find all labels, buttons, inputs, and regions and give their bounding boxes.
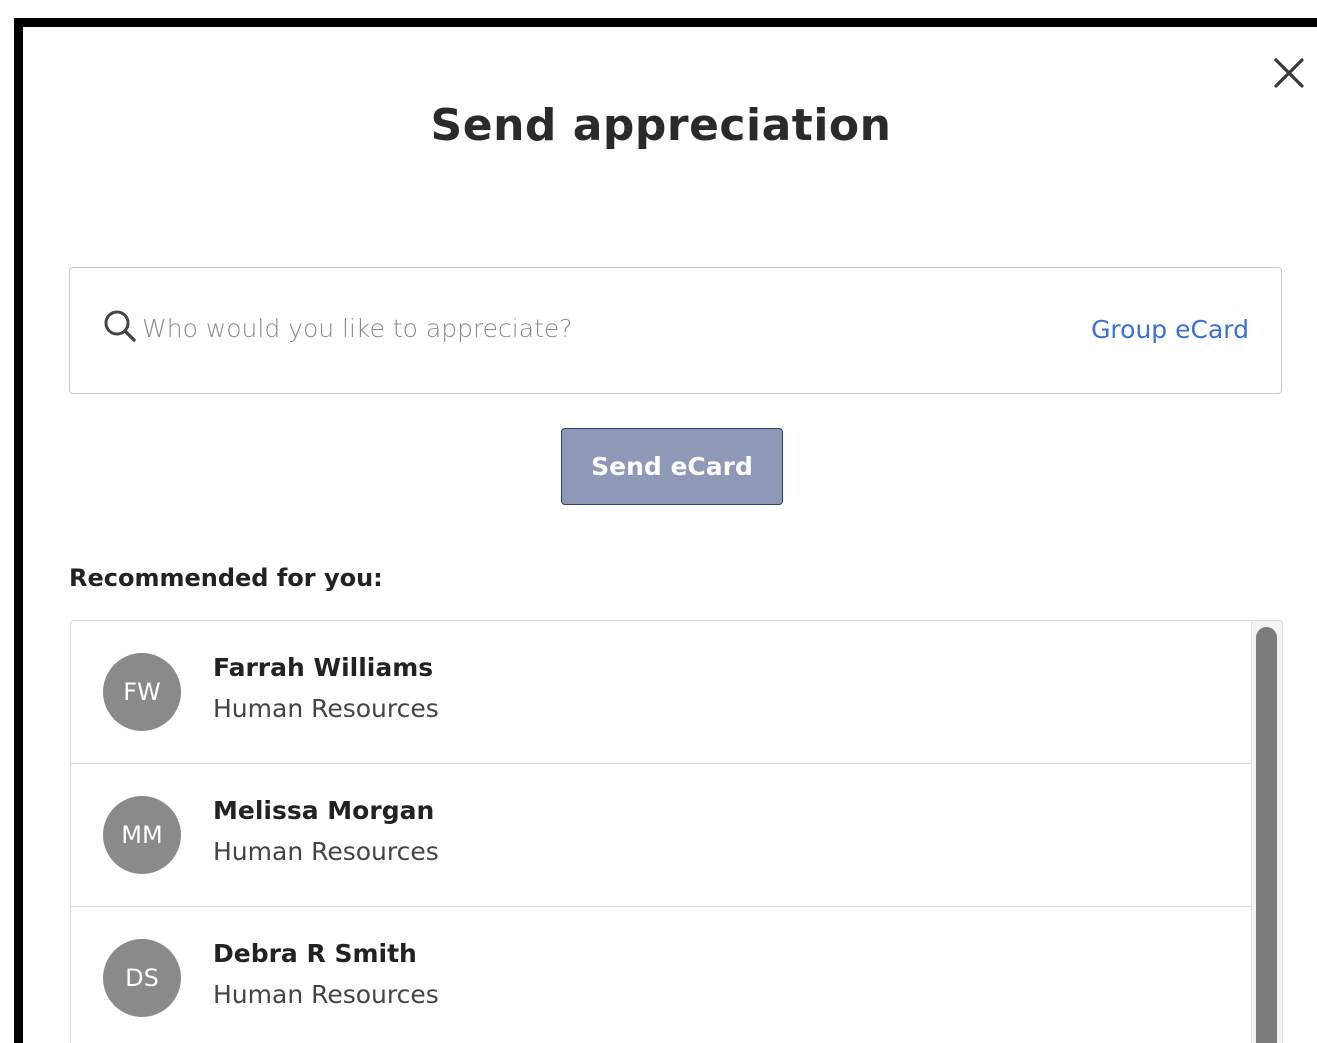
- list-item[interactable]: FW Farrah Williams Human Resources: [71, 621, 1252, 764]
- avatar: MM: [103, 796, 181, 874]
- dialog-border-top: [14, 18, 1317, 27]
- person-name: Melissa Morgan: [213, 796, 435, 825]
- person-name: Farrah Williams: [213, 653, 434, 682]
- person-name: Debra R Smith: [213, 939, 417, 968]
- person-department: Human Resources: [213, 980, 439, 1009]
- list-scrollbar-track[interactable]: [1251, 621, 1282, 1043]
- send-ecard-button[interactable]: Send eCard: [561, 428, 783, 505]
- person-department: Human Resources: [213, 837, 439, 866]
- send-appreciation-dialog: Send appreciation Group eCard Send eCard…: [0, 0, 1317, 1043]
- dialog-title: Send appreciation: [430, 100, 892, 151]
- list-item[interactable]: MM Melissa Morgan Human Resources: [71, 764, 1252, 907]
- list-scrollbar-thumb[interactable]: [1256, 627, 1277, 1043]
- close-icon: [1274, 58, 1304, 88]
- recipient-search-input[interactable]: [142, 306, 1022, 350]
- recommended-list-items: FW Farrah Williams Human Resources MM Me…: [71, 621, 1252, 1043]
- group-ecard-link[interactable]: Group eCard: [1091, 315, 1249, 344]
- avatar: DS: [103, 939, 181, 1017]
- dialog-border-left: [14, 18, 23, 1043]
- close-button[interactable]: [1266, 52, 1310, 96]
- recommended-list: FW Farrah Williams Human Resources MM Me…: [70, 620, 1283, 1043]
- recipient-search-box[interactable]: Group eCard: [69, 267, 1282, 394]
- person-department: Human Resources: [213, 694, 439, 723]
- avatar: FW: [103, 653, 181, 731]
- search-icon: [104, 310, 136, 342]
- recommended-heading: Recommended for you:: [69, 564, 383, 592]
- list-item[interactable]: DS Debra R Smith Human Resources: [71, 907, 1252, 1043]
